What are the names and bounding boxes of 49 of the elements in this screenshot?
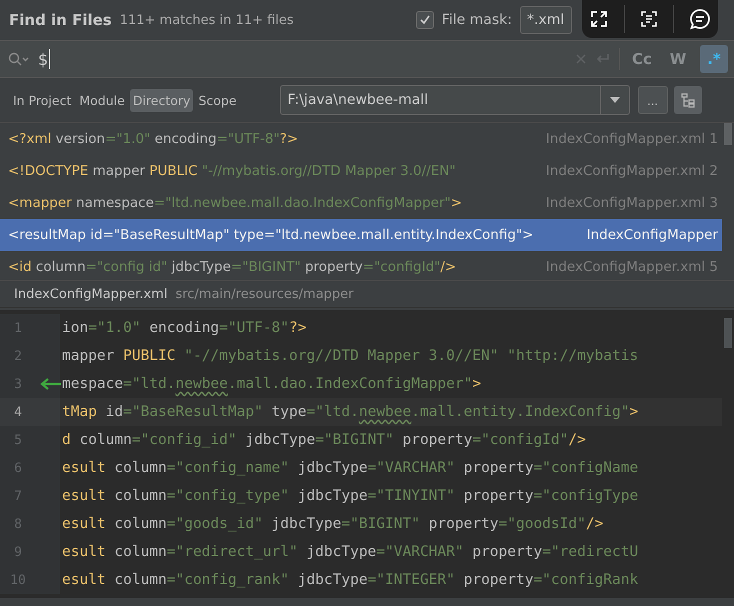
code-line: esult column="config_name" jdbcType="VARCHAR" property="configName bbox=[62, 460, 638, 476]
match-file: IndexConfigMapper.xml 3 bbox=[546, 195, 719, 211]
result-row[interactable]: <resultMap id="BaseResultMap" type="ltd.newbee.mall.entity.IndexConfig"> IndexConfigMapper bbox=[0, 219, 722, 251]
code-line: esult column="config_rank" jdbcType="INTEGER" property="configRank bbox=[62, 572, 638, 588]
file-mask-field[interactable]: *.xml bbox=[520, 6, 572, 34]
line-number: 4 bbox=[13, 404, 23, 420]
match-file: IndexConfigMapper.xml 5 bbox=[546, 259, 719, 275]
match-line: <resultMap id="BaseResultMap" type="ltd.newbee.mall.entity.IndexConfig"> bbox=[8, 227, 534, 243]
scope-tab[interactable]: Directory bbox=[130, 88, 194, 112]
match-line: <!DOCTYPE mapper PUBLIC "-//mybatis.org//DTD Mapper 3.0//EN" bbox=[8, 163, 457, 179]
left-arrow-icon[interactable] bbox=[40, 377, 62, 391]
result-row[interactable]: <mapper namespace="ltd.newbee.mall.dao.IndexConfigMapper"> IndexConfigMapper.xml 3 bbox=[0, 187, 722, 219]
result-row[interactable]: <!DOCTYPE mapper PUBLIC "-//mybatis.org//DTD Mapper 3.0//EN" IndexConfigMapper.xml 2 bbox=[0, 155, 722, 187]
code-line: mapper PUBLIC "-//mybatis.org//DTD Mapper 3.0//EN" "http://mybatis bbox=[62, 348, 638, 364]
file-mask-label: File mask: bbox=[442, 12, 512, 28]
code-line: ion="1.0" encoding="UTF-8"?> bbox=[62, 320, 306, 336]
search-field[interactable]: $ bbox=[38, 47, 567, 71]
expand-icon[interactable] bbox=[589, 9, 610, 29]
directory-field[interactable]: F:\java\newbee-mall bbox=[280, 85, 630, 115]
scope-tab[interactable]: Scope bbox=[195, 88, 240, 112]
match-file: IndexConfigMapper bbox=[586, 227, 719, 243]
code-line: mespace="ltd.newbee.mall.dao.IndexConfigMapper"> bbox=[62, 376, 482, 392]
match-file: IndexConfigMapper.xml 2 bbox=[546, 163, 719, 179]
code-line: esult column="goods_id" jdbcType="BIGINT" property="goodsId"/> bbox=[62, 516, 604, 532]
code-line: esult column="redirect_url" jdbcType="VARCHAR" property="redirectU bbox=[62, 544, 638, 560]
code-line: d column="config_id" jdbcType="BIGINT" property="configId"/> bbox=[62, 432, 586, 448]
code-line: tMap id="BaseResultMap" type="ltd.newbee.mall.entity.IndexConfig"> bbox=[62, 404, 638, 420]
text-scan-icon[interactable] bbox=[638, 9, 659, 29]
match-file: IndexConfigMapper.xml 1 bbox=[546, 131, 719, 147]
dropdown-icon[interactable] bbox=[608, 96, 621, 104]
dialog-title: Find in Files bbox=[9, 11, 112, 29]
scope-tab[interactable]: In Project bbox=[10, 88, 74, 112]
match-line: <mapper namespace="ltd.newbee.mall.dao.IndexConfigMapper"> bbox=[8, 195, 464, 211]
check-icon bbox=[418, 13, 432, 27]
chat-bubble-icon[interactable] bbox=[688, 8, 711, 30]
code-line: esult column="config_type" jdbcType="TINYINT" property="configType bbox=[62, 488, 638, 504]
result-row[interactable]: <id column="config id" jdbcType="BIGINT" property="configId"/> IndexConfigMapper.xml 5 bbox=[0, 251, 722, 280]
match-summary: 111+ matches in 11+ files bbox=[120, 12, 294, 28]
scope-tab[interactable]: Module bbox=[76, 88, 128, 112]
tree-icon bbox=[680, 92, 696, 108]
file-mask-checkbox[interactable] bbox=[416, 11, 434, 29]
preview-file-name: IndexConfigMapper.xml bbox=[14, 286, 168, 302]
browse-button[interactable]: ... bbox=[638, 86, 668, 114]
search-icon[interactable] bbox=[8, 52, 30, 66]
match-line: <id column="config id" jdbcType="BIGINT" property="configId"/> bbox=[8, 259, 458, 275]
match-line: <?xml version="1.0" encoding="UTF-8"?> bbox=[8, 131, 300, 147]
tree-button[interactable] bbox=[674, 86, 702, 114]
result-row[interactable]: <?xml version="1.0" encoding="UTF-8"?> IndexConfigMapper.xml 1 bbox=[0, 123, 722, 155]
preview-file-path: src/main/resources/mapper bbox=[175, 286, 354, 302]
